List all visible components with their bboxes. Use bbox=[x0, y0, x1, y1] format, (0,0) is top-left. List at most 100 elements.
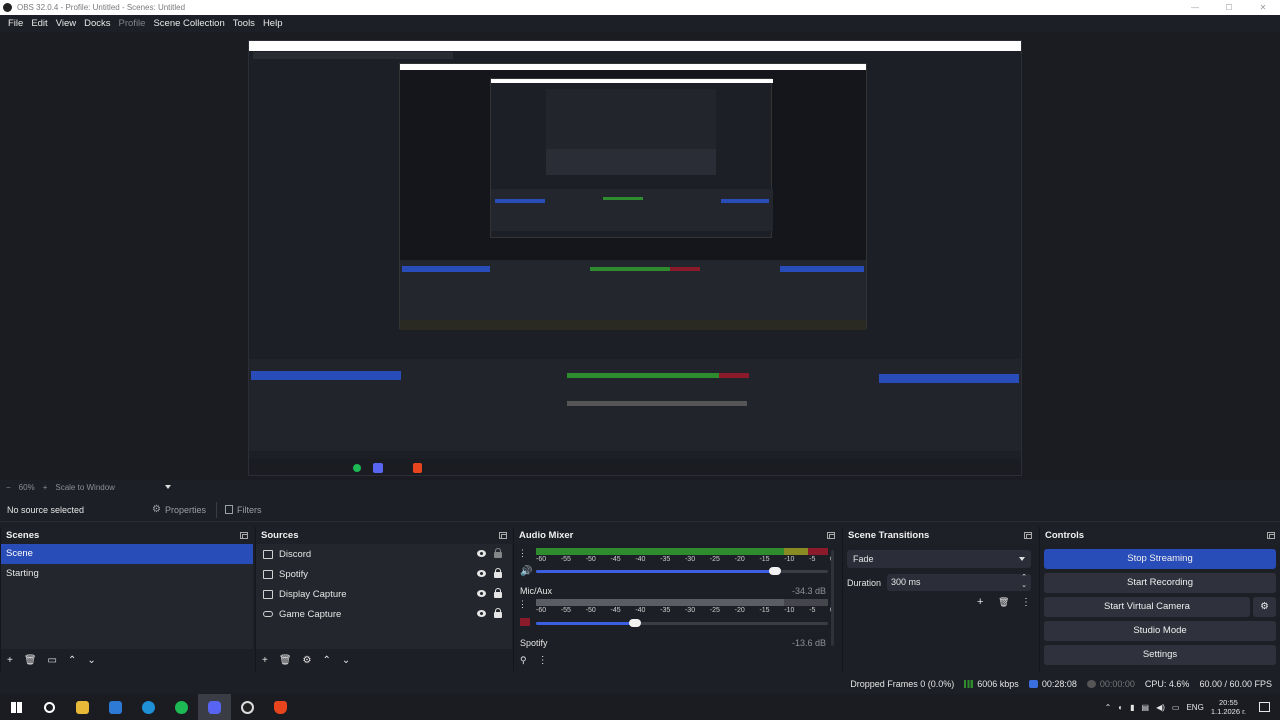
volume-slider[interactable] bbox=[536, 619, 828, 627]
menu-tools[interactable]: Tools bbox=[229, 18, 259, 29]
dropped-frames: Dropped Frames 0 (0.0%) bbox=[850, 679, 955, 689]
undock-icon[interactable] bbox=[240, 532, 248, 539]
start-virtual-camera-button[interactable]: Start Virtual Camera bbox=[1044, 597, 1250, 617]
move-up-icon[interactable]: ⌃ bbox=[68, 655, 76, 666]
mic-icon[interactable]: ▮ bbox=[1130, 703, 1134, 712]
preview-nested-menubar bbox=[253, 52, 453, 59]
source-item-discord[interactable]: Discord bbox=[256, 544, 512, 564]
move-down-icon[interactable]: ⌄ bbox=[342, 655, 350, 666]
preview-nested-taskbar bbox=[249, 459, 1021, 475]
trash-icon[interactable]: 🗑 bbox=[24, 655, 37, 666]
undock-icon[interactable] bbox=[1267, 532, 1275, 539]
source-item-display-capture[interactable]: Display Capture bbox=[256, 584, 512, 604]
scene-item-starting[interactable]: Starting bbox=[1, 564, 253, 584]
volume-slider-fill bbox=[536, 570, 776, 573]
volume-slider[interactable] bbox=[536, 567, 828, 575]
maximize-icon[interactable]: ☐ bbox=[1212, 0, 1246, 15]
taskbar-brave[interactable] bbox=[264, 694, 297, 720]
move-up-icon[interactable]: ⌃ bbox=[323, 655, 331, 666]
settings-button[interactable]: Settings bbox=[1044, 645, 1276, 665]
start-recording-button[interactable]: Start Recording bbox=[1044, 573, 1276, 593]
lock-icon[interactable] bbox=[494, 608, 502, 618]
scale-mode-label[interactable]: Scale to Window bbox=[55, 483, 115, 492]
transition-select[interactable]: Fade bbox=[847, 550, 1031, 568]
battery-icon[interactable]: ▭ bbox=[1172, 703, 1180, 712]
lock-icon[interactable] bbox=[494, 548, 502, 558]
filter-icon[interactable]: ▭ bbox=[48, 655, 57, 666]
zoom-out-button[interactable]: − bbox=[6, 483, 11, 492]
eye-icon[interactable] bbox=[477, 550, 486, 557]
undock-icon[interactable] bbox=[827, 532, 835, 539]
minimize-icon[interactable]: — bbox=[1178, 0, 1212, 15]
menu-docks[interactable]: Docks bbox=[80, 18, 114, 29]
menu-scene-collection[interactable]: Scene Collection bbox=[149, 18, 228, 29]
stop-streaming-button[interactable]: Stop Streaming bbox=[1044, 549, 1276, 569]
mixer-scrollbar[interactable] bbox=[831, 550, 834, 646]
meter-tick-label: -30 bbox=[684, 556, 696, 563]
start-button[interactable] bbox=[0, 694, 33, 720]
notification-icon[interactable] bbox=[1259, 702, 1270, 712]
menu-dots-icon[interactable]: ⋮ bbox=[538, 655, 548, 666]
duration-spinbox[interactable]: 300 ms ⌃ ⌄ bbox=[887, 574, 1031, 591]
chevron-down-icon[interactable] bbox=[164, 485, 171, 489]
language-indicator[interactable]: ENG bbox=[1186, 703, 1203, 712]
volume-meter-yellow bbox=[784, 548, 808, 555]
record-status-icon bbox=[1086, 680, 1096, 688]
menu-view[interactable]: View bbox=[52, 18, 80, 29]
taskbar-store[interactable] bbox=[99, 694, 132, 720]
volume-slider-knob[interactable] bbox=[629, 619, 642, 627]
virtual-camera-settings-button[interactable]: ⚙ bbox=[1253, 597, 1276, 617]
taskbar-obs[interactable] bbox=[231, 694, 264, 720]
add-source-icon[interactable]: + bbox=[262, 655, 268, 666]
add-scene-icon[interactable]: + bbox=[7, 655, 13, 666]
properties-button[interactable]: ⚙ Properties bbox=[146, 502, 212, 517]
link-icon[interactable]: ⚲ bbox=[520, 655, 527, 666]
source-item-game-capture[interactable]: Game Capture bbox=[256, 604, 512, 624]
taskbar-file-explorer[interactable] bbox=[66, 694, 99, 720]
network-icon[interactable]: ▤ bbox=[1142, 703, 1150, 712]
menu-dots-icon[interactable]: ⋮ bbox=[1021, 597, 1031, 608]
spin-arrows-icon[interactable]: ⌃ ⌄ bbox=[1021, 574, 1027, 590]
studio-mode-button[interactable]: Studio Mode bbox=[1044, 621, 1276, 641]
lock-icon[interactable] bbox=[494, 568, 502, 578]
controls-title: Controls bbox=[1045, 530, 1085, 541]
search-icon bbox=[44, 701, 55, 713]
undock-icon[interactable] bbox=[499, 532, 507, 539]
menu-profile[interactable]: Profile bbox=[115, 18, 150, 29]
trash-icon[interactable]: 🗑 bbox=[279, 655, 292, 666]
move-down-icon[interactable]: ⌄ bbox=[87, 655, 95, 666]
gear-icon[interactable]: ⚙ bbox=[303, 655, 312, 666]
volume-icon[interactable]: ◀) bbox=[1156, 703, 1165, 712]
eye-icon[interactable] bbox=[477, 610, 486, 617]
eye-icon[interactable] bbox=[477, 570, 486, 577]
source-item-spotify[interactable]: Spotify bbox=[256, 564, 512, 584]
add-transition-icon[interactable]: + bbox=[977, 596, 983, 608]
menu-file[interactable]: File bbox=[4, 18, 27, 29]
eye-icon[interactable] bbox=[477, 590, 486, 597]
filters-button[interactable]: Filters bbox=[219, 503, 268, 517]
lock-icon[interactable] bbox=[494, 588, 502, 598]
chevron-up-icon[interactable]: ⌃ bbox=[1105, 703, 1112, 712]
taskbar-discord[interactable] bbox=[198, 694, 231, 720]
zoom-in-button[interactable]: + bbox=[43, 483, 48, 492]
search-button[interactable] bbox=[33, 694, 66, 720]
taskbar-spotify[interactable] bbox=[165, 694, 198, 720]
scene-item-scene[interactable]: Scene bbox=[1, 544, 253, 564]
speaker-icon[interactable]: 🔊 bbox=[520, 566, 532, 577]
channel-menu-icon[interactable]: ⋮ bbox=[518, 599, 527, 610]
trash-icon[interactable]: 🗑 bbox=[998, 597, 1009, 608]
close-icon[interactable]: ✕ bbox=[1246, 0, 1280, 15]
clock[interactable]: 20:55 1.1.2026 г. bbox=[1211, 698, 1246, 716]
transition-value: Fade bbox=[853, 554, 874, 564]
tray-app-icon[interactable]: ◐ bbox=[1118, 703, 1123, 712]
taskbar-edge[interactable] bbox=[132, 694, 165, 720]
volume-slider-knob[interactable] bbox=[769, 567, 782, 575]
undock-icon[interactable] bbox=[1024, 532, 1032, 539]
program-preview[interactable] bbox=[248, 40, 1022, 476]
channel-db: -34.3 dB bbox=[791, 586, 826, 596]
store-icon bbox=[109, 700, 122, 714]
menu-help[interactable]: Help bbox=[259, 18, 287, 29]
channel-menu-icon[interactable]: ⋮ bbox=[518, 548, 527, 559]
menu-edit[interactable]: Edit bbox=[27, 18, 51, 29]
mute-icon[interactable] bbox=[520, 618, 530, 626]
